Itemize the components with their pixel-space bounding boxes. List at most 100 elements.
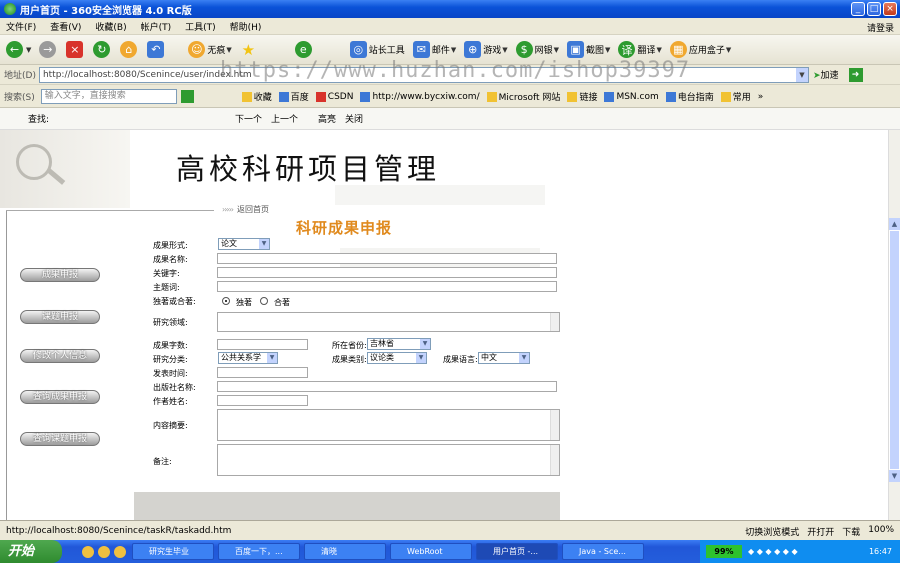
sidebar-project-apply[interactable]: 课题申报 [20,310,100,324]
netbank-label: 网银 [534,46,553,56]
no-image-button[interactable]: ☺ 无痕 ▼ [188,41,232,58]
sidebar-query-results[interactable]: 查询成果申报 [20,390,100,404]
maximize-button[interactable]: □ [867,2,881,16]
menu-favorites[interactable]: 收藏(B) [95,20,126,33]
fav-common[interactable]: 常用 [720,90,751,103]
find-prev-button[interactable]: 上一个 [271,112,298,125]
label-result-type: 成果类别: [332,355,367,364]
chevron-down-icon[interactable]: ▼ [795,67,808,82]
scroll-down-icon[interactable]: ▼ [889,470,900,482]
chevron-down-icon: ▼ [420,339,430,349]
menu-help[interactable]: 帮助(H) [230,20,262,33]
fav-bycxiw[interactable]: http://www.bycxiw.com/ [360,91,480,102]
forward-button[interactable]: → [39,41,58,58]
home-button[interactable]: ⌂ [120,41,139,58]
menu-account[interactable]: 帐户(T) [141,20,172,33]
sidebar-query-projects[interactable]: 查询课题申报 [20,432,100,446]
browse-mode-button[interactable]: 切换浏览模式 [745,525,799,538]
input-publish-time[interactable] [217,367,308,378]
scrollbar[interactable] [550,313,559,331]
task-item[interactable]: 清晓 [304,543,386,560]
select-province-value: 吉林省 [370,339,394,348]
input-name[interactable] [217,253,557,264]
fav-baidu[interactable]: 百度 [278,90,309,103]
fav-collect[interactable]: 收藏 [241,90,272,103]
back-button[interactable]: ← ▼ [6,41,31,58]
menu-view[interactable]: 查看(V) [50,20,81,33]
task-item[interactable]: 研究生毕业 [132,543,214,560]
browser-icon-button[interactable]: e [294,41,314,58]
textarea-remark[interactable] [217,444,560,476]
fav-radio[interactable]: 电台指南 [665,90,714,103]
back-home-link[interactable]: ››››› 返回首页 [222,204,269,215]
mail-button[interactable]: ✉ 邮件 ▼ [412,41,456,58]
input-word-count[interactable] [217,339,308,350]
textarea-abstract[interactable] [217,409,560,441]
stop-button[interactable]: × [66,41,85,58]
menu-file[interactable]: 文件(F) [6,20,36,33]
scroll-up-icon[interactable]: ▲ [889,218,900,230]
textarea-field[interactable] [217,312,560,332]
forward-arrow-icon: → [39,41,57,58]
undo-button[interactable]: ↶ [147,41,166,58]
sidebar-edit-profile[interactable]: 修改个人信息 [20,349,100,363]
fav-links[interactable]: 链接 [567,90,597,103]
task-item[interactable]: 用户首页 -... [476,543,558,560]
task-item[interactable]: 百度一下，... [218,543,300,560]
quick-launch-icon[interactable] [114,545,126,558]
find-close-button[interactable]: 关闭 [345,112,363,125]
download-button[interactable]: 下载 [842,525,860,538]
login-link[interactable]: 请登录 [867,21,894,34]
page-scrollbar[interactable]: ▲ ▼ [888,130,900,520]
label-field: 研究领域: [153,318,188,327]
search-icon[interactable] [180,90,194,103]
game-button[interactable]: ⊕ 游戏 ▼ [464,41,508,58]
input-publisher[interactable] [217,381,557,392]
zoom-level[interactable]: 100% [868,525,894,538]
fav-msn[interactable]: MSN.com [604,91,659,102]
open-button[interactable]: 开打开 [807,525,834,538]
refresh-button[interactable]: ↻ [93,41,112,58]
favorite-star-button[interactable]: ★ [240,41,259,59]
select-result-type[interactable]: 议论类 ▼ [367,352,427,364]
scrollbar[interactable] [550,410,559,440]
fav-more[interactable]: » [758,92,764,102]
task-item[interactable]: WebRoot [390,543,472,560]
radio-solo[interactable] [222,297,230,305]
find-highlight-button[interactable]: 高亮 [318,112,336,125]
scroll-thumb[interactable] [889,230,900,470]
translate-button[interactable]: 译翻译 ▼ [618,41,662,58]
quick-launch-icon[interactable] [98,545,110,558]
find-label: 查找: [28,115,50,125]
app-box-button[interactable]: ▦ 应用盒子 ▼ [669,41,731,58]
select-form[interactable]: 论文 ▼ [218,238,270,250]
quick-launch-icon[interactable] [82,545,94,558]
select-province[interactable]: 吉林省 ▼ [367,338,431,350]
menu-tools[interactable]: 工具(T) [185,20,216,33]
input-keywords[interactable] [217,267,557,278]
minimize-button[interactable]: _ [851,2,865,16]
label-remark: 备注: [153,457,172,466]
search-input[interactable]: 输入文字，直接搜索 [40,89,177,104]
radio-joint[interactable] [260,297,268,305]
input-subject[interactable] [217,281,557,292]
fav-csdn[interactable]: CSDN [315,91,353,102]
find-next-button[interactable]: 下一个 [235,112,262,125]
close-button[interactable]: × [883,2,897,16]
webmaster-tools-button[interactable]: ◎ 站长工具 [349,41,405,58]
stop-icon: × [66,41,84,58]
input-author[interactable] [217,395,308,406]
netbank-button[interactable]: $ 网银 ▼ [515,41,559,58]
task-item[interactable]: Java - Sce... [562,543,644,560]
menu-bar: 文件(F) 查看(V) 收藏(B) 帐户(T) 工具(T) 帮助(H) 请登录 [0,18,900,35]
select-category[interactable]: 公共关系学 ▼ [218,352,278,364]
fav-microsoft[interactable]: Microsoft 网站 [486,90,560,103]
scrollbar[interactable] [550,445,559,475]
sidebar-result-apply[interactable]: 成果申报 [20,268,100,282]
banner-decoration [335,185,545,205]
screenshot-button[interactable]: ▣ 截图 ▼ [567,41,610,58]
accelerate-button[interactable]: ➤加速 [813,68,839,81]
start-button[interactable]: 开始 [0,540,62,563]
select-language[interactable]: 中文 ▼ [478,352,530,364]
go-button[interactable]: ➜ [848,67,863,82]
